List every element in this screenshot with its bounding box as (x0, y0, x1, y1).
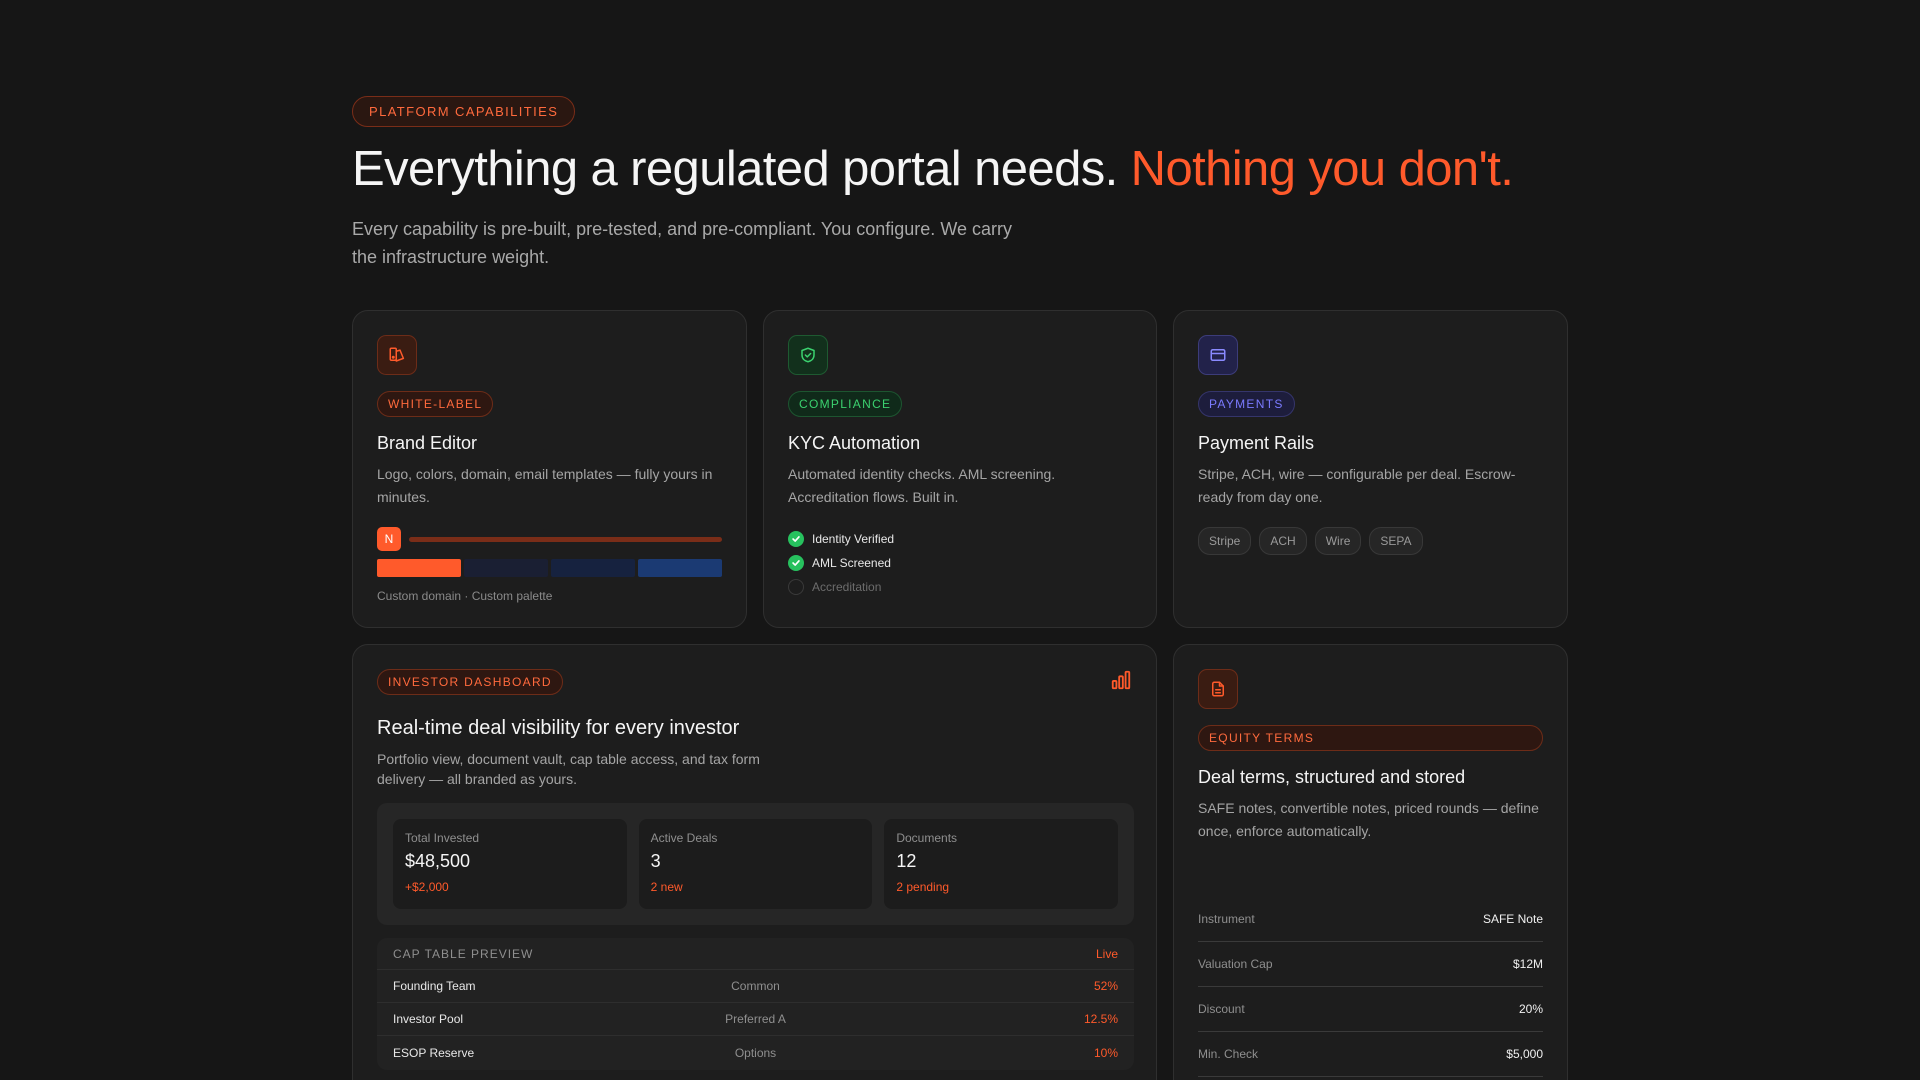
headline-accent: Nothing you don't. (1130, 142, 1514, 196)
payments-tag: PAYMENTS (1198, 391, 1295, 417)
term-row-valuation-cap: Valuation Cap $12M (1198, 942, 1543, 987)
kyc-checklist: Identity Verified AML Screened Accredita… (788, 527, 894, 599)
stat-value: $48,500 (405, 851, 471, 871)
term-key: Min. Check (1198, 1047, 1259, 1061)
check-label: Accreditation (812, 580, 882, 594)
deal-terms-list: Instrument SAFE Note Valuation Cap $12M … (1198, 897, 1543, 1077)
term-value: $12M (1512, 957, 1543, 971)
equity-terms-card[interactable]: EQUITY TERMS Deal terms, structured and … (1173, 644, 1568, 1080)
table-row[interactable]: Investor Pool Preferred A 12.5% (377, 1003, 1134, 1036)
card-description: SAFE notes, convertible notes, priced ro… (1198, 800, 1539, 839)
stat-value: 12 (896, 851, 917, 871)
color-swatches (377, 559, 722, 577)
brand-logo-avatar: N (377, 527, 401, 551)
white-label-tag: WHITE-LABEL (377, 391, 494, 417)
document-icon (1198, 669, 1238, 709)
pending-circle-icon (788, 579, 804, 595)
check-item-identity: Identity Verified (788, 527, 894, 551)
equity-terms-tag: EQUITY TERMS (1198, 725, 1543, 751)
holder-cell: Investor Pool (393, 1012, 464, 1026)
brand-note: Custom domain · Custom palette (377, 589, 553, 603)
term-key: Valuation Cap (1198, 957, 1273, 971)
brand-preview: N (377, 527, 722, 551)
holder-cell: Founding Team (393, 979, 476, 993)
stat-change: +$2,000 (405, 880, 449, 894)
rail-chip-stripe[interactable]: Stripe (1198, 527, 1252, 555)
brand-palette-icon (377, 335, 417, 375)
brand-name-bar (409, 537, 722, 542)
share-class-cell: Preferred A (725, 1012, 786, 1026)
term-key: Instrument (1198, 912, 1255, 926)
share-class-cell: Options (734, 1045, 777, 1060)
investor-dashboard-tag: INVESTOR DASHBOARD (377, 669, 563, 695)
share-class-cell: Common (731, 979, 780, 993)
term-row-min-check: Min. Check $5,000 (1198, 1032, 1543, 1077)
payment-rail-chips: Stripe ACH Wire SEPA (1198, 527, 1423, 555)
check-item-accreditation: Accreditation (788, 575, 894, 599)
check-label: Identity Verified (812, 532, 895, 546)
capabilities-section: PLATFORM CAPABILITIES Everything a regul… (352, 96, 1568, 271)
table-row[interactable]: Founding Team Common 52% (377, 970, 1134, 1003)
term-value: 20% (1518, 1002, 1543, 1016)
card-title: Brand Editor (377, 433, 478, 453)
page-title: Everything a regulated portal needs. Not… (352, 141, 1568, 197)
card-description: Automated identity checks. AML screening… (788, 466, 1056, 505)
stat-total-invested: Total Invested $48,500 +$2,000 (393, 819, 627, 909)
bar-chart-icon (1110, 669, 1132, 696)
check-icon (788, 555, 804, 571)
color-swatch[interactable] (377, 559, 461, 577)
section-eyebrow-badge: PLATFORM CAPABILITIES (352, 96, 576, 127)
ownership-cell: 52% (1093, 979, 1118, 993)
holder-cell: ESOP Reserve (393, 1045, 475, 1060)
card-title: KYC Automation (788, 433, 921, 453)
stat-active-deals: Active Deals 3 2 new (638, 819, 873, 909)
stat-change: 2 pending (896, 880, 950, 894)
payment-rails-card[interactable]: PAYMENTS Payment Rails Stripe, ACH, wire… (1173, 310, 1568, 628)
compliance-tag: COMPLIANCE (788, 391, 903, 417)
check-label: AML Screened (812, 556, 891, 570)
color-swatch[interactable] (551, 559, 635, 577)
table-row[interactable]: ESOP Reserve Options 10% (377, 1036, 1134, 1069)
kyc-automation-card[interactable]: COMPLIANCE KYC Automation Automated iden… (763, 310, 1157, 628)
cap-table-title: CAP TABLE PREVIEW (393, 946, 534, 961)
color-swatch[interactable] (464, 559, 548, 577)
stat-value: 3 (650, 851, 661, 871)
card-description: Portfolio view, document vault, cap tabl… (377, 751, 760, 787)
term-row-instrument: Instrument SAFE Note (1198, 897, 1543, 942)
stat-label: Active Deals (650, 831, 718, 845)
stat-change: 2 new (650, 880, 683, 894)
cap-table-preview: CAP TABLE PREVIEW Live Founding Team Com… (377, 938, 1134, 1070)
term-value: $5,000 (1506, 1047, 1543, 1061)
card-description: Logo, colors, domain, email templates — … (377, 466, 713, 505)
rail-chip-sepa[interactable]: SEPA (1369, 527, 1423, 555)
credit-card-icon (1198, 335, 1238, 375)
live-status-badge: Live (1095, 946, 1118, 961)
shield-check-icon (788, 335, 828, 375)
rail-chip-ach[interactable]: ACH (1259, 527, 1307, 555)
card-title: Deal terms, structured and stored (1198, 767, 1466, 787)
card-description: Stripe, ACH, wire — configurable per dea… (1198, 466, 1516, 505)
stats-panel: Total Invested $48,500 +$2,000 Active De… (377, 803, 1134, 925)
headline-main: Everything a regulated portal needs. (352, 142, 1118, 196)
investor-dashboard-card[interactable]: INVESTOR DASHBOARD Real-time deal visibi… (352, 644, 1157, 1080)
stat-label: Total Invested (405, 831, 480, 845)
stat-documents: Documents 12 2 pending (884, 819, 1119, 909)
ownership-cell: 10% (1093, 1045, 1118, 1060)
card-title: Payment Rails (1198, 433, 1315, 453)
rail-chip-wire[interactable]: Wire (1314, 527, 1362, 555)
term-key: Discount (1198, 1002, 1245, 1016)
color-swatch[interactable] (638, 559, 722, 577)
card-title: Real-time deal visibility for every inve… (377, 717, 740, 739)
ownership-cell: 12.5% (1083, 1012, 1118, 1026)
check-item-aml: AML Screened (788, 551, 894, 575)
brand-editor-card[interactable]: WHITE-LABEL Brand Editor Logo, colors, d… (352, 310, 747, 628)
stat-label: Documents (896, 831, 958, 845)
cap-table-header: CAP TABLE PREVIEW Live (377, 938, 1134, 970)
check-icon (788, 531, 804, 547)
term-value: SAFE Note (1482, 912, 1543, 926)
term-row-discount: Discount 20% (1198, 987, 1543, 1032)
page-subtitle: Every capability is pre-built, pre-teste… (352, 219, 1012, 267)
